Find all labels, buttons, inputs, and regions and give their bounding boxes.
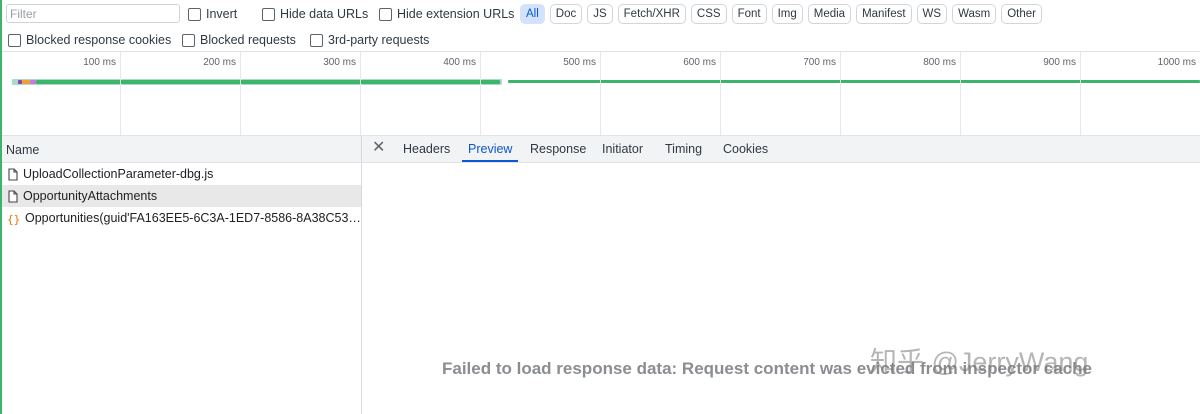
blocked-requests-checkbox-box[interactable] bbox=[182, 33, 195, 47]
timeline-tick-label: 500 ms bbox=[563, 57, 596, 68]
type-filter-js[interactable]: JS bbox=[587, 4, 613, 24]
timeline-gridline bbox=[960, 52, 961, 135]
timeline-tick-label: 400 ms bbox=[443, 57, 476, 68]
hide-data-urls-checkbox-box[interactable] bbox=[262, 7, 275, 21]
timeline-gridline bbox=[720, 52, 721, 135]
timeline-gridline bbox=[600, 52, 601, 135]
tab-cookies[interactable]: Cookies bbox=[723, 136, 768, 162]
timeline-gridline bbox=[360, 52, 361, 135]
timeline-tick-label: 100 ms bbox=[83, 57, 116, 68]
hide-extension-urls-checkbox-box[interactable] bbox=[379, 7, 392, 21]
hide-extension-urls-checkbox[interactable]: Hide extension URLs bbox=[379, 7, 514, 21]
timeline-gridline bbox=[480, 52, 481, 135]
timeline-tick-label: 700 ms bbox=[803, 57, 836, 68]
timeline-tick-label: 900 ms bbox=[1043, 57, 1076, 68]
type-filter-media[interactable]: Media bbox=[807, 4, 852, 24]
blocked-requests-label: Blocked requests bbox=[200, 33, 296, 47]
blocked-requests-checkbox[interactable]: Blocked requests bbox=[182, 33, 296, 47]
third-party-requests-label: 3rd-party requests bbox=[328, 33, 430, 47]
timeline-gridline bbox=[240, 52, 241, 135]
timeline-gridline bbox=[120, 52, 121, 135]
tab-preview[interactable]: Preview bbox=[462, 136, 519, 162]
close-icon[interactable]: ✕ bbox=[372, 140, 385, 156]
timeline-tick-label: 300 ms bbox=[323, 57, 356, 68]
blocked-response-cookies-checkbox-box[interactable] bbox=[8, 33, 21, 47]
json-braces-icon: {} bbox=[7, 212, 21, 225]
request-row[interactable]: OpportunityAttachments bbox=[2, 185, 361, 207]
hide-data-urls-label: Hide data URLs bbox=[280, 7, 369, 21]
filter-input[interactable] bbox=[6, 4, 180, 23]
tab-response[interactable]: Response bbox=[530, 136, 586, 162]
type-filter-img[interactable]: Img bbox=[771, 4, 803, 24]
type-filter-doc[interactable]: Doc bbox=[549, 4, 583, 24]
invert-checkbox[interactable]: Invert bbox=[188, 7, 237, 21]
type-filter-ws[interactable]: WS bbox=[916, 4, 948, 24]
timeline-tick-label: 200 ms bbox=[203, 57, 236, 68]
document-icon bbox=[7, 167, 19, 181]
detail-tab-bar: ✕ Headers Preview Response Initiator Timing C… bbox=[362, 136, 1200, 163]
name-column-header[interactable]: Name bbox=[2, 136, 361, 163]
request-row[interactable]: {} Opportunities(guid'FA163EE5-6C3A-1ED7-… bbox=[2, 207, 361, 229]
request-name: OpportunityAttachments bbox=[23, 189, 158, 203]
hide-extension-urls-label: Hide extension URLs bbox=[397, 7, 515, 21]
request-name: Opportunities(guid'FA163EE5-6C3A-1ED7-85… bbox=[25, 211, 361, 225]
timeline-overview[interactable]: 100 ms 200 ms 300 ms 400 ms 500 ms 600 ms 700 … bbox=[2, 52, 1200, 135]
waterfall-bar-continuation bbox=[508, 80, 1200, 83]
request-list-pane: Name UploadCollectionParameter-dbg.js Opp… bbox=[2, 136, 361, 414]
waterfall-bar-segment-orange bbox=[22, 80, 30, 84]
timeline-gridline bbox=[1080, 52, 1081, 135]
request-row[interactable]: UploadCollectionParameter-dbg.js bbox=[2, 163, 361, 185]
type-filter-css[interactable]: CSS bbox=[690, 4, 727, 24]
blocked-response-cookies-label: Blocked response cookies bbox=[26, 33, 172, 47]
watermark: 知乎 @JerryWang bbox=[870, 347, 1089, 377]
type-filter-other[interactable]: Other bbox=[1001, 4, 1042, 24]
third-party-requests-checkbox-box[interactable] bbox=[310, 33, 323, 47]
resource-type-filter-group: All Doc JS Fetch/XHR CSS Font Img Media Manifest… bbox=[520, 4, 1042, 24]
tab-timing[interactable]: Timing bbox=[665, 136, 702, 162]
timeline-gridline bbox=[840, 52, 841, 135]
type-filter-font[interactable]: Font bbox=[731, 4, 767, 24]
name-column-label: Name bbox=[6, 143, 40, 157]
type-filter-wasm[interactable]: Wasm bbox=[952, 4, 997, 24]
type-filter-all[interactable]: All bbox=[520, 4, 545, 24]
type-filter-manifest[interactable]: Manifest bbox=[856, 4, 912, 24]
third-party-requests-checkbox[interactable]: 3rd-party requests bbox=[310, 33, 429, 47]
filter-toolbar: Invert Hide data URLs Hide extension URL… bbox=[2, 0, 1200, 28]
tab-initiator[interactable]: Initiator bbox=[602, 136, 643, 162]
svg-text:{}: {} bbox=[7, 213, 20, 225]
tab-headers[interactable]: Headers bbox=[403, 136, 450, 162]
timeline-tick-label: 1000 ms bbox=[1157, 57, 1196, 68]
invert-checkbox-box[interactable] bbox=[188, 7, 201, 21]
timeline-tick-label: 800 ms bbox=[923, 57, 956, 68]
waterfall-bar-main bbox=[36, 80, 500, 84]
document-icon bbox=[7, 189, 19, 203]
request-detail-pane: ✕ Headers Preview Response Initiator Timing C… bbox=[362, 136, 1200, 414]
timeline-tick-label: 600 ms bbox=[683, 57, 716, 68]
request-name: UploadCollectionParameter-dbg.js bbox=[23, 167, 214, 181]
type-filter-fetch-xhr[interactable]: Fetch/XHR bbox=[617, 4, 686, 24]
invert-label: Invert bbox=[206, 7, 238, 21]
filter-row-2: Blocked response cookies Blocked request… bbox=[2, 30, 1200, 50]
blocked-response-cookies-checkbox[interactable]: Blocked response cookies bbox=[8, 33, 171, 47]
hide-data-urls-checkbox[interactable]: Hide data URLs bbox=[262, 7, 368, 21]
